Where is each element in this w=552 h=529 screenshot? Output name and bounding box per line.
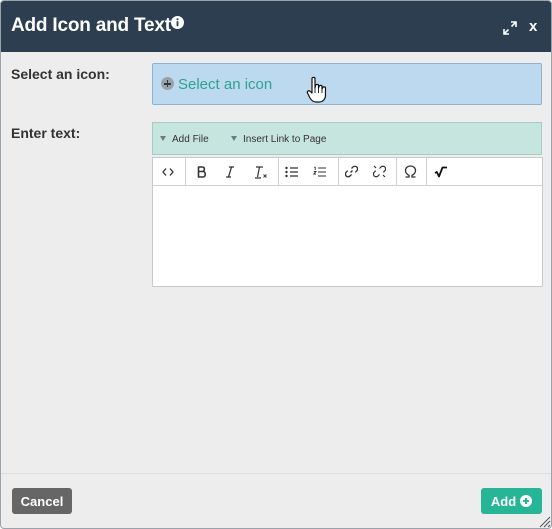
editor-toolbar — [153, 158, 542, 186]
bulleted-list-icon[interactable] — [280, 158, 304, 185]
rich-text-editor — [152, 157, 543, 287]
source-code-icon[interactable] — [156, 158, 180, 185]
enter-text-label: Enter text: — [11, 125, 81, 141]
hand-pointer-icon — [306, 76, 327, 103]
bold-icon[interactable] — [190, 158, 214, 185]
close-button[interactable]: x — [529, 18, 537, 35]
plus-icon — [161, 77, 174, 90]
dropdown-arrow-icon — [160, 136, 166, 141]
add-file-label: Add File — [172, 134, 209, 145]
special-character-icon[interactable] — [398, 158, 422, 185]
italic-icon[interactable] — [218, 158, 242, 185]
dropdown-arrow-icon — [231, 136, 237, 141]
link-icon[interactable] — [339, 158, 363, 185]
insert-link-to-page-label: Insert Link to Page — [243, 134, 327, 145]
dialog-titlebar: Add Icon and Text x — [1, 1, 551, 52]
plus-circle-icon — [520, 495, 533, 507]
expand-icon[interactable] — [503, 21, 517, 35]
editor-content-area[interactable] — [153, 186, 542, 286]
link-toolbar: Add File Insert Link to Page — [152, 122, 542, 155]
footer-divider — [1, 473, 551, 474]
unlink-icon[interactable] — [367, 158, 391, 185]
remove-format-icon[interactable] — [249, 158, 273, 185]
cancel-button[interactable]: Cancel — [12, 488, 72, 514]
select-icon-label: Select an icon: — [11, 66, 110, 82]
dialog-title: Add Icon and Text — [11, 15, 171, 36]
insert-link-to-page-button[interactable]: Insert Link to Page — [231, 134, 326, 145]
info-icon[interactable] — [171, 16, 184, 29]
add-icon-and-text-dialog: Add Icon and Text x Select an icon: Sele… — [0, 0, 552, 529]
select-icon-button[interactable]: Select an icon — [152, 63, 542, 105]
cancel-label: Cancel — [20, 493, 64, 509]
math-formula-icon[interactable] — [429, 158, 453, 185]
resize-grip-icon[interactable] — [538, 515, 551, 528]
add-label: Add — [490, 493, 517, 509]
add-button[interactable]: Add — [481, 488, 542, 514]
add-file-button[interactable]: Add File — [160, 134, 209, 145]
numbered-list-icon[interactable] — [308, 158, 332, 185]
select-icon-text: Select an icon — [178, 76, 273, 93]
